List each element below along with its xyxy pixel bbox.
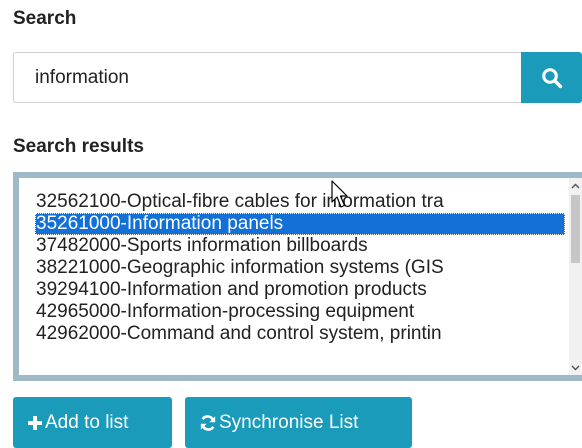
scroll-up-arrow-icon[interactable]: [569, 178, 582, 193]
scroll-thumb[interactable]: [571, 195, 580, 263]
search-heading: Search: [13, 8, 77, 29]
refresh-icon: [199, 414, 217, 432]
plus-icon: [27, 415, 43, 431]
results-listbox[interactable]: 32562100-Optical-fibre cables for inform…: [13, 172, 582, 381]
search-bar: [13, 52, 582, 103]
list-item[interactable]: 42962000-Command and control system, pri…: [35, 323, 565, 345]
list-item[interactable]: 39294100-Information and promotion produ…: [35, 279, 565, 301]
results-heading: Search results: [13, 136, 144, 157]
search-input[interactable]: [13, 52, 521, 103]
scroll-down-arrow-icon[interactable]: [569, 360, 582, 375]
add-to-list-label: Add to list: [45, 411, 129, 433]
list-item[interactable]: 42965000-Information-processing equipmen…: [35, 301, 565, 323]
synchronise-list-label: Synchronise List: [219, 411, 359, 433]
mouse-pointer-icon: [331, 180, 348, 208]
results-list: 32562100-Optical-fibre cables for inform…: [35, 191, 565, 345]
search-panel: Search Search results 32562100-Optical-f…: [0, 0, 582, 448]
search-icon: [541, 67, 562, 88]
list-item[interactable]: 38221000-Geographic information systems …: [35, 257, 565, 279]
search-button[interactable]: [521, 52, 582, 103]
results-scrollbar[interactable]: [569, 178, 582, 375]
list-item-selected[interactable]: 35261000-Information panels: [35, 213, 565, 235]
list-item[interactable]: 32562100-Optical-fibre cables for inform…: [35, 191, 565, 213]
list-item[interactable]: 37482000-Sports information billboards: [35, 235, 565, 257]
add-to-list-button[interactable]: Add to list: [13, 397, 172, 448]
synchronise-list-button[interactable]: Synchronise List: [185, 397, 412, 448]
